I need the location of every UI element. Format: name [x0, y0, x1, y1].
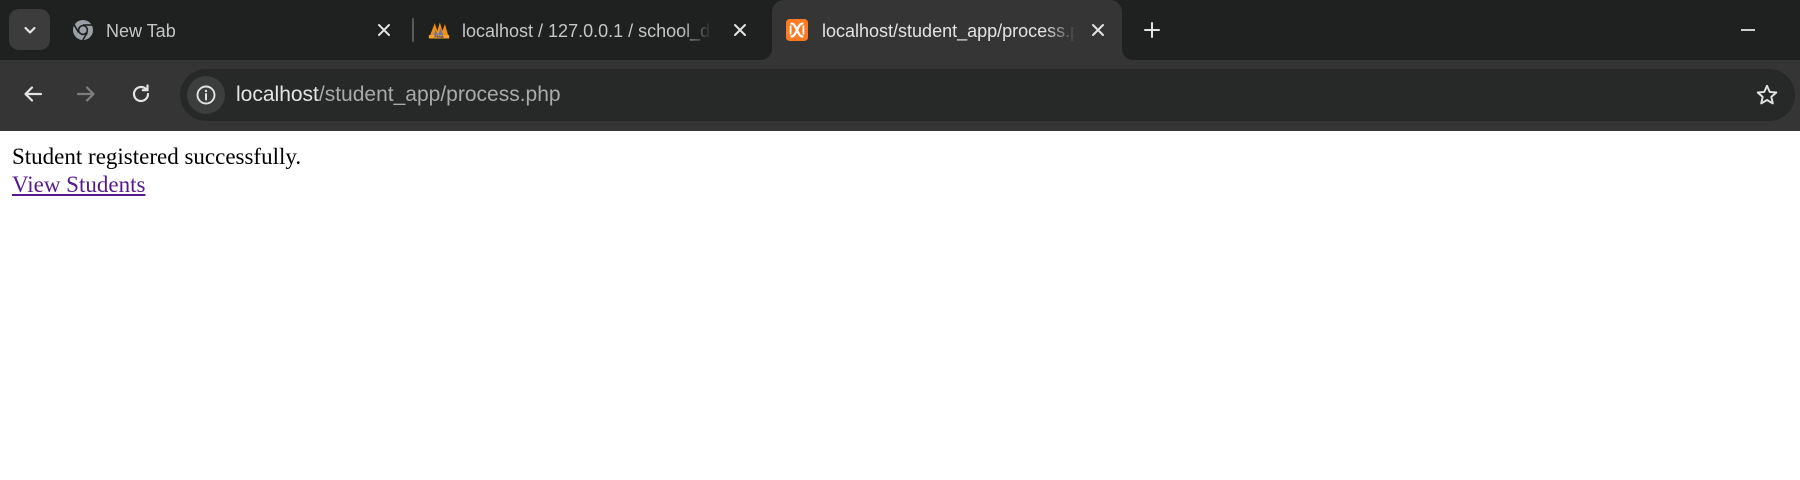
site-info-button[interactable]: [187, 76, 225, 114]
tab-strip: New Tab PMA localhost / 127.0.0.1 / scho…: [0, 0, 1800, 60]
tab-new-tab[interactable]: New Tab: [58, 0, 404, 60]
page-content: Student registered successfully. View St…: [12, 143, 301, 199]
browser-toolbar: localhost/student_app/process.php: [0, 60, 1800, 131]
tab-phpmyadmin[interactable]: PMA localhost / 127.0.0.1 / school_db: [414, 0, 760, 60]
url-text[interactable]: localhost/student_app/process.php: [236, 83, 561, 107]
tab-process-php[interactable]: localhost/student_app/process.php: [760, 0, 1134, 60]
star-icon: [1756, 84, 1778, 105]
bookmark-button[interactable]: [1751, 79, 1783, 111]
close-icon: [1092, 24, 1104, 36]
url-host: localhost: [236, 83, 319, 106]
success-message: Student registered successfully.: [12, 144, 302, 169]
tab-title: localhost / 127.0.0.1 / school_db: [462, 21, 712, 41]
forward-button[interactable]: [66, 74, 106, 114]
tab-title: New Tab: [106, 21, 176, 41]
back-button[interactable]: [13, 74, 53, 114]
svg-text:PMA: PMA: [434, 34, 444, 39]
xampp-icon: [786, 19, 808, 41]
close-tab-button[interactable]: [372, 18, 396, 42]
forward-arrow-icon: [76, 86, 95, 102]
tab-search-button[interactable]: [9, 9, 50, 50]
view-students-link[interactable]: View Students: [12, 172, 145, 197]
chevron-down-icon: [23, 26, 36, 34]
back-arrow-icon: [24, 86, 43, 102]
minimize-window-button[interactable]: [1732, 14, 1764, 46]
reload-icon: [132, 84, 150, 103]
plus-icon: [1144, 22, 1160, 38]
minimize-icon: [1741, 29, 1755, 31]
reload-button[interactable]: [121, 74, 161, 114]
tab-title: localhost/student_app/process.php: [822, 21, 1076, 41]
address-bar[interactable]: localhost/student_app/process.php: [180, 69, 1795, 121]
new-tab-button[interactable]: [1136, 14, 1168, 46]
close-icon: [378, 24, 390, 36]
url-path: /student_app/process.php: [318, 83, 561, 106]
info-icon: [196, 85, 216, 105]
phpmyadmin-icon: PMA: [428, 19, 450, 41]
close-tab-button[interactable]: [1086, 18, 1110, 42]
close-tab-button[interactable]: [728, 18, 752, 42]
close-icon: [734, 24, 746, 36]
chrome-icon: [72, 19, 94, 41]
